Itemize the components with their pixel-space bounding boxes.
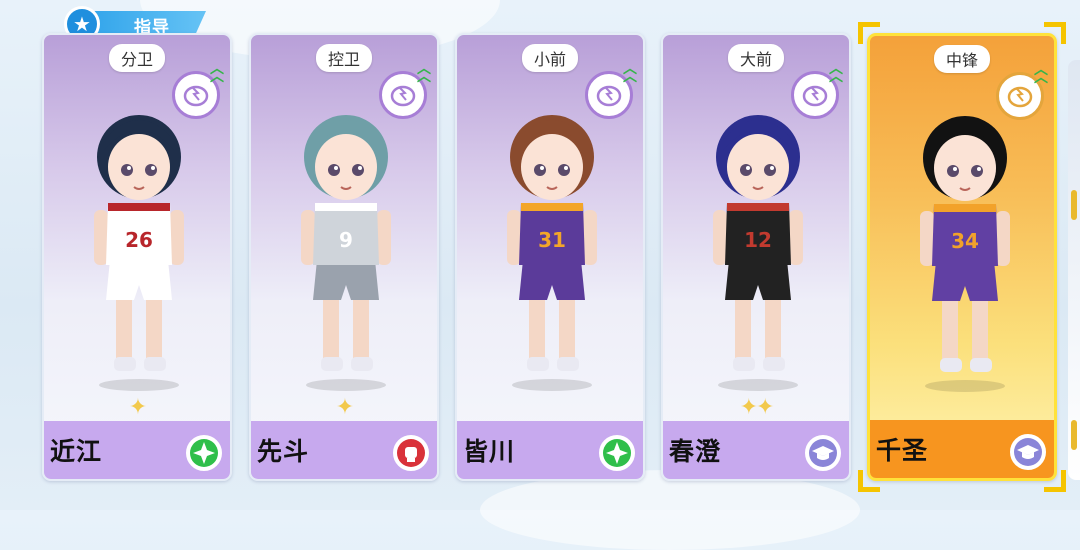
- graduation-cap-icon[interactable]: [805, 435, 841, 471]
- star-rating: ✦✦: [739, 395, 775, 420]
- name-bar: 春澄: [663, 421, 849, 479]
- selection-corner: [1044, 470, 1066, 492]
- svg-text:26: 26: [125, 228, 153, 252]
- red-fist-icon[interactable]: [393, 435, 429, 471]
- character-card[interactable]: 中锋 ︿ ︿ 34 千圣: [867, 33, 1057, 481]
- green-star-icon[interactable]: [186, 435, 222, 471]
- position-label: 控卫: [315, 44, 373, 72]
- character-avatar: 26: [64, 95, 214, 395]
- name-bar: 先斗: [251, 421, 437, 479]
- background-glow: [480, 470, 860, 550]
- position-label: 中锋: [933, 45, 991, 73]
- position-label: 小前: [521, 44, 579, 72]
- character-card[interactable]: 控卫 ︿ ︿ 9 ✦ 先斗: [249, 33, 439, 481]
- name-bar: 近江: [44, 421, 230, 479]
- character-avatar: 12: [683, 95, 833, 395]
- character-card[interactable]: 小前 ︿ ︿ 31 皆川: [455, 33, 645, 481]
- character-avatar: 31: [477, 95, 627, 395]
- character-name: 先斗: [257, 437, 310, 466]
- character-card[interactable]: 分卫 ︿ ︿ 26 ✦ 近江: [42, 33, 232, 481]
- character-name: 春澄: [669, 437, 722, 466]
- upgrade-arrow-icon: ︿ ︿: [210, 61, 224, 85]
- selection-corner: [858, 470, 880, 492]
- svg-text:34: 34: [951, 229, 979, 253]
- scroll-indicator: [1071, 190, 1077, 220]
- upgrade-arrow-icon: ︿ ︿: [623, 61, 637, 85]
- upgrade-arrow-icon: ︿ ︿: [417, 61, 431, 85]
- position-label: 分卫: [108, 44, 166, 72]
- guide-tab[interactable]: ★ 指导: [64, 6, 206, 42]
- name-bar: 皆川: [457, 421, 643, 479]
- star-rating: ✦: [335, 395, 354, 420]
- character-name: 皆川: [463, 437, 516, 466]
- character-name: 千圣: [876, 436, 929, 465]
- name-bar: 千圣: [870, 420, 1054, 478]
- upgrade-arrow-icon: ︿ ︿: [1034, 62, 1048, 86]
- svg-text:31: 31: [538, 228, 566, 252]
- scroll-indicator: [1071, 420, 1077, 450]
- svg-text:12: 12: [744, 228, 772, 252]
- green-star-icon[interactable]: [599, 435, 635, 471]
- character-card[interactable]: 大前 ︿ ︿ 12 ✦✦ 春澄: [661, 33, 851, 481]
- character-name: 近江: [50, 437, 103, 466]
- next-card-peek[interactable]: [1068, 60, 1080, 480]
- graduation-cap-icon[interactable]: [1010, 434, 1046, 470]
- character-avatar: 9: [271, 95, 421, 395]
- upgrade-arrow-icon: ︿ ︿: [829, 61, 843, 85]
- svg-text:9: 9: [339, 228, 353, 252]
- selection-corner: [1044, 22, 1066, 44]
- position-label: 大前: [727, 44, 785, 72]
- character-avatar: 34: [890, 96, 1040, 396]
- star-rating: ✦: [128, 395, 147, 420]
- selection-corner: [858, 22, 880, 44]
